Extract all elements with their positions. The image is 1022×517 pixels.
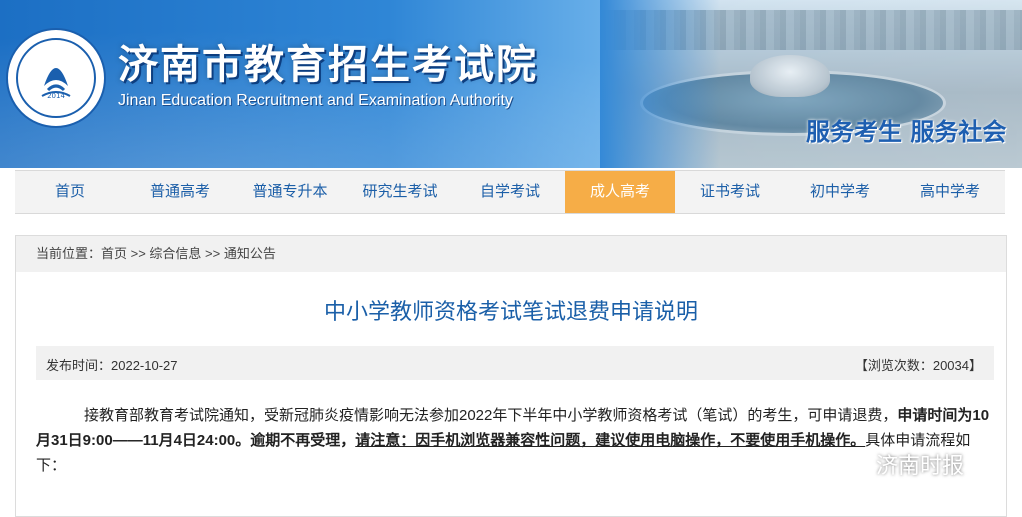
publish-time: 发布时间：2022-10-27 — [46, 358, 178, 373]
site-header: 2014 济南市教育招生考试院 Jinan Education Recruitm… — [0, 0, 1022, 168]
nav-item-senior-exam[interactable]: 高中学考 — [895, 171, 1005, 213]
nav-item-junior-exam[interactable]: 初中学考 — [785, 171, 895, 213]
site-logo[interactable]: 2014 — [6, 28, 106, 128]
watermark: 济南时报 — [840, 448, 964, 480]
nav-item-certificate-exam[interactable]: 证书考试 — [675, 171, 785, 213]
body-text-notice: 请注意：因手机浏览器兼容性问题，建议使用电脑操作，不要使用手机操作。 — [355, 432, 866, 449]
breadcrumb[interactable]: 当前位置：首页 >> 综合信息 >> 通知公告 — [16, 236, 1006, 272]
site-title: 济南市教育招生考试院 — [118, 41, 538, 88]
site-slogan: 服务考生 服务社会 — [806, 117, 1007, 146]
nav-item-home[interactable]: 首页 — [15, 171, 125, 213]
nav-item-adult-exam[interactable]: 成人高考 — [565, 171, 675, 213]
site-subtitle: Jinan Education Recruitment and Examinat… — [118, 92, 513, 109]
article-meta: 发布时间：2022-10-27 【浏览次数：20034】 — [36, 346, 994, 380]
article-title: 中小学教师资格考试笔试退费申请说明 — [323, 299, 698, 324]
nav-item-gaokao[interactable]: 普通高考 — [125, 171, 235, 213]
view-count: 【浏览次数：20034】 — [854, 358, 982, 373]
nav-item-self-study-exam[interactable]: 自学考试 — [455, 171, 565, 213]
wechat-icon — [840, 455, 869, 477]
main-nav: 首页 普通高考 普通专升本 研究生考试 自学考试 成人高考 证书考试 初中学考 … — [15, 170, 1005, 214]
watermark-text: 济南时报 — [876, 453, 965, 478]
lotus-sculpture — [750, 55, 830, 97]
nav-item-zhuanshengben[interactable]: 普通专升本 — [235, 171, 345, 213]
logo-year: 2014 — [47, 92, 65, 100]
banner-fade — [600, 0, 720, 168]
nav-item-graduate-exam[interactable]: 研究生考试 — [345, 171, 455, 213]
body-text-normal-1: 接教育部教育考试院通知，受新冠肺炎疫情影响无法参加2022年下半年中小学教师资格… — [84, 407, 898, 424]
logo-emblem-icon — [41, 68, 71, 97]
